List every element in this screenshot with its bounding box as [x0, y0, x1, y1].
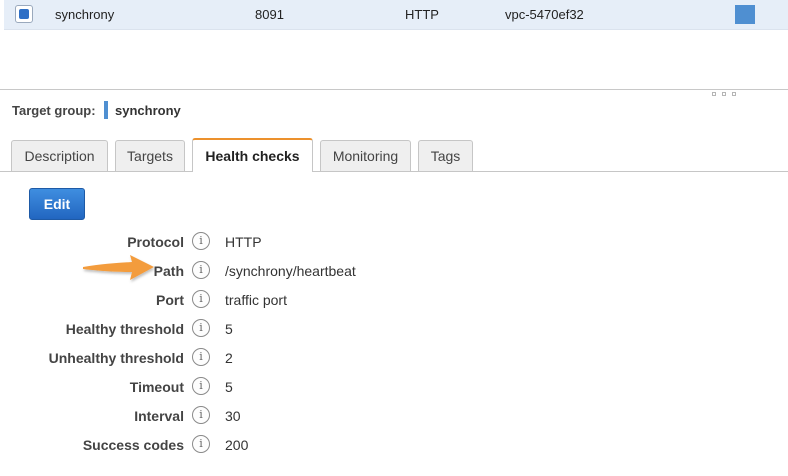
checkbox-checked-mark [19, 9, 29, 19]
tab-health-checks[interactable]: Health checks [192, 138, 313, 172]
property-label: Unhealthy threshold [48, 350, 184, 366]
arrow-annotation-icon [83, 255, 154, 280]
health-check-row-unhealthy-threshold: Unhealthy threshold i 2 [0, 347, 788, 369]
health-check-row-timeout: Timeout i 5 [0, 376, 788, 398]
property-value: /synchrony/heartbeat [225, 263, 356, 279]
property-label: Port [156, 292, 184, 308]
property-value: HTTP [225, 234, 262, 250]
property-value: 2 [225, 350, 233, 366]
property-label: Interval [134, 408, 184, 424]
info-icon[interactable]: i [192, 261, 210, 279]
pane-divider[interactable] [0, 89, 788, 90]
health-check-row-healthy-threshold: Healthy threshold i 5 [0, 318, 788, 340]
tab-targets[interactable]: Targets [115, 140, 185, 171]
property-value: 5 [225, 379, 233, 395]
tab-description[interactable]: Description [11, 140, 108, 171]
property-label: Timeout [129, 379, 184, 395]
property-label: Healthy threshold [65, 321, 184, 337]
row-protocol: HTTP [405, 7, 439, 22]
property-label: Success codes [82, 437, 184, 453]
property-value: 5 [225, 321, 233, 337]
tab-tags[interactable]: Tags [418, 140, 473, 171]
row-vpc: vpc-5470ef32 [505, 7, 584, 22]
info-icon[interactable]: i [192, 232, 210, 250]
row-port: 8091 [255, 7, 284, 22]
info-icon[interactable]: i [192, 348, 210, 366]
property-value: traffic port [225, 292, 287, 308]
property-value: 30 [225, 408, 241, 424]
health-check-row-success-codes: Success codes i 200 [0, 434, 788, 456]
table-row[interactable]: synchrony 8091 HTTP vpc-5470ef32 [4, 0, 788, 30]
target-group-color-bar [104, 101, 108, 119]
row-checkbox[interactable] [15, 5, 33, 23]
target-group-name: synchrony [115, 103, 181, 118]
property-value: 200 [225, 437, 249, 453]
info-icon[interactable]: i [192, 377, 210, 395]
tab-monitoring[interactable]: Monitoring [320, 140, 411, 171]
info-icon[interactable]: i [192, 406, 210, 424]
info-icon[interactable]: i [192, 435, 210, 453]
health-check-row-port: Port i traffic port [0, 289, 788, 311]
row-status-square [735, 5, 755, 24]
health-check-row-protocol: Protocol i HTTP [0, 231, 788, 253]
property-label: Protocol [127, 234, 184, 250]
row-name: synchrony [55, 7, 115, 22]
resize-grip-icon[interactable] [712, 92, 738, 98]
info-icon[interactable]: i [192, 319, 210, 337]
edit-button[interactable]: Edit [29, 188, 85, 220]
info-icon[interactable]: i [192, 290, 210, 308]
target-group-label: Target group: [12, 103, 96, 118]
health-check-row-interval: Interval i 30 [0, 405, 788, 427]
